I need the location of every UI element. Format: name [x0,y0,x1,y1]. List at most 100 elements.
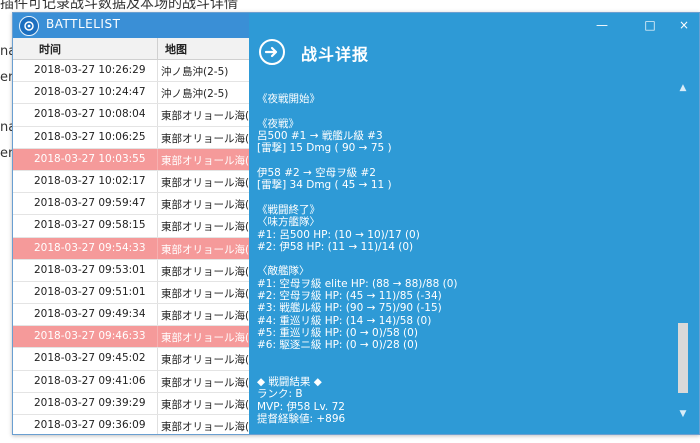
cell-separator [157,193,158,215]
cell-separator [157,60,158,82]
log-line: ランク: B [257,388,303,401]
table-row[interactable]: 2018-03-27 09:58:15 東部オリョール海(2 [13,215,249,238]
table-row[interactable]: 2018-03-27 09:51:01 東部オリョール海(2 [13,281,249,305]
column-header-map[interactable]: 地图 [165,41,187,57]
back-button[interactable] [259,39,285,65]
cell-time: 2018-03-27 09:41:06 [34,374,146,387]
log-line: [雷撃] 34 Dmg ( 45 → 11 ) [257,179,392,192]
cell-time: 2018-03-27 09:36:09 [34,419,146,431]
log-line: 《夜戦》 [257,117,299,130]
cell-separator [157,82,158,104]
cell-separator [157,370,158,392]
cell-time: 2018-03-27 10:24:47 [34,86,146,99]
cell-separator [157,259,158,281]
cell-separator [157,148,158,170]
battle-detail-panel: 战斗详报 — □ × 《夜戦開始》 《夜戦》 呂500 #1 → 戦艦ル級 #3 [雷… [249,13,699,434]
cell-separator [157,392,158,414]
table-row[interactable]: 2018-03-27 09:46:33 東部オリョール海(2 [13,326,249,349]
cell-map: 東部オリョール海(2 [161,132,249,145]
table-row[interactable]: 2018-03-27 09:49:34 東部オリョール海(2 [13,304,249,327]
cell-map: 東部オリョール海(2 [161,110,249,123]
table-row[interactable]: 2018-03-27 09:39:29 東部オリョール海(2 [13,392,249,415]
cell-time: 2018-03-27 10:02:17 [34,174,146,187]
log-line: #4: 重巡リ級 HP: (14 → 14)/58 (0) [257,314,432,327]
log-line: 呂500 #1 → 戦艦ル級 #3 [257,130,383,143]
cell-map: 東部オリョール海(2 [161,332,249,345]
cell-separator [157,348,158,370]
cell-map: 東部オリョール海(2 [161,154,249,167]
cell-separator [157,104,158,126]
log-line: 〈敵艦隊〉 [257,265,310,278]
table-row[interactable]: 2018-03-27 09:59:47 東部オリョール海(2 [13,193,249,216]
log-line: 〈味方艦隊〉 [257,216,320,229]
battle-log: 《夜戦開始》 《夜戦》 呂500 #1 → 戦艦ル級 #3 [雷撃] 15 Dmg (… [257,81,657,425]
log-line: #2: 伊58 HP: (11 → 11)/14 (0) [257,240,414,253]
cell-time: 2018-03-27 09:54:33 [34,241,146,254]
scroll-down-icon[interactable]: ▼ [678,409,688,423]
close-button[interactable]: × [676,17,692,33]
cell-separator [157,215,158,237]
log-line: 《戦闘終了》 [257,203,320,216]
cat-logo-icon [19,16,39,36]
table-row[interactable]: 2018-03-27 09:41:06 東部オリョール海(2 [13,370,249,393]
detail-title: 战斗详报 [301,45,370,64]
scroll-up-icon[interactable]: ▲ [678,83,688,97]
table-row[interactable]: 2018-03-27 09:36:09 東部オリョール海(2 [13,415,249,434]
cell-map: 東部オリョール海(2 [161,376,249,389]
cell-map: 東部オリョール海(2 [161,354,249,367]
window-title: BATTLELIST [46,17,121,31]
table-row[interactable]: 2018-03-27 10:06:25 東部オリョール海(2 [13,126,249,149]
detail-header: 战斗详报 [249,13,699,83]
vertical-scrollbar[interactable]: ▲ ▼ [678,83,688,423]
cell-time: 2018-03-27 09:51:01 [34,285,146,298]
maximize-button[interactable]: □ [642,17,658,33]
battlelist-window: BATTLELIST 时间 地图 2018-03-27 10:26:29 沖ノ島沖… [12,12,700,435]
cell-separator [157,170,158,193]
table-row[interactable]: 2018-03-27 09:45:02 東部オリョール海(2 [13,348,249,371]
cell-time: 2018-03-27 10:03:55 [34,152,146,165]
cell-map: 沖ノ島沖(2-5) [161,66,229,78]
table-row[interactable]: 2018-03-27 10:03:55 東部オリョール海(2 [13,148,249,171]
log-line: #6: 駆逐ニ級 HP: (0 → 0)/28 (0) [257,339,418,352]
title-bar[interactable]: BATTLELIST [13,13,249,38]
table-row[interactable]: 2018-03-27 09:53:01 東部オリョール海(2 [13,259,249,282]
table-row[interactable]: 2018-03-27 10:26:29 沖ノ島沖(2-5) [13,60,249,83]
log-line: #5: 重巡リ級 HP: (0 → 0)/58 (0) [257,326,418,339]
log-line: #3: 戦艦ル級 HP: (90 → 75)/90 (-15) [257,302,442,315]
log-line: MVP: 伊58 Lv. 72 [257,400,345,413]
table-row[interactable]: 2018-03-27 10:24:47 沖ノ島沖(2-5) [13,82,249,105]
cell-separator [157,237,158,259]
cell-separator [157,326,158,348]
log-line: #2: 空母ヲ級 HP: (45 → 11)/85 (-34) [257,290,442,303]
cell-time: 2018-03-27 09:49:34 [34,308,146,321]
table-row[interactable]: 2018-03-27 10:08:04 東部オリョール海(2 [13,104,249,127]
log-line: ◆ 戦闘結果 ◆ [257,376,322,389]
cell-time: 2018-03-27 09:59:47 [34,197,146,210]
cell-map: 東部オリョール海(2 [161,243,249,256]
cell-time: 2018-03-27 09:53:01 [34,263,146,276]
scroll-thumb[interactable] [678,323,688,393]
cell-map: 東部オリョール海(2 [161,265,249,278]
cell-time: 2018-03-27 10:26:29 [34,64,146,76]
log-line: 提督経験値: +896 [257,413,346,426]
log-line: 《夜戦開始》 [257,93,320,106]
table-row[interactable]: 2018-03-27 10:02:17 東部オリョール海(2 [13,170,249,194]
cell-map: 沖ノ島沖(2-5) [161,88,229,101]
cell-time: 2018-03-27 09:45:02 [34,352,146,365]
minimize-button[interactable]: — [594,17,610,33]
cell-separator [157,304,158,326]
cell-map: 東部オリョール海(2 [161,398,249,411]
column-header-time[interactable]: 时间 [39,41,61,57]
table-row[interactable]: 2018-03-27 09:54:33 東部オリョール海(2 [13,237,249,260]
cell-time: 2018-03-27 09:39:29 [34,396,146,409]
cell-map: 東部オリョール海(2 [161,287,249,300]
column-separator[interactable] [157,38,158,59]
cell-map: 東部オリョール海(2 [161,310,249,323]
log-line: #1: 呂500 HP: (10 → 10)/17 (0) [257,228,420,241]
battle-list: 2018-03-27 10:26:29 沖ノ島沖(2-5) 2018-03-27 1… [13,60,249,434]
cell-map: 東部オリョール海(2 [161,176,249,189]
